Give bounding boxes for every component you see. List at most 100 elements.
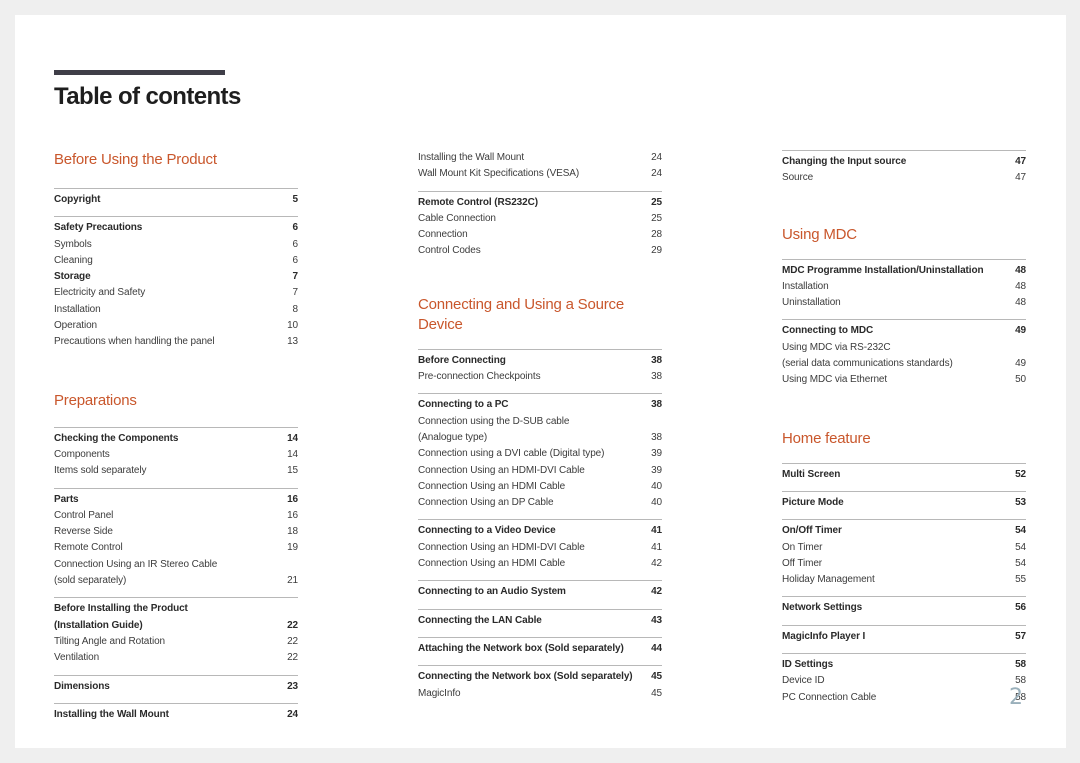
section-heading-before-using-the-product[interactable]: Before Using the Product bbox=[54, 150, 298, 170]
toc-entry-heading[interactable]: Dimensions 23 bbox=[54, 679, 298, 695]
toc-entry[interactable]: Control Panel 16 bbox=[54, 508, 298, 524]
toc-entry-label: On/Off Timer bbox=[782, 525, 842, 537]
toc-entry[interactable]: Installation 48 bbox=[782, 279, 1026, 295]
toc-entry-label: Parts bbox=[54, 493, 79, 505]
toc-entry[interactable]: Tilting Angle and Rotation 22 bbox=[54, 634, 298, 650]
toc-entry[interactable]: (serial data communications standards) 49 bbox=[782, 356, 1026, 372]
toc-entry[interactable]: Operation 10 bbox=[54, 318, 298, 334]
toc-entry-heading[interactable]: Network Settings 56 bbox=[782, 600, 1026, 616]
toc-group: Copyright 5 bbox=[54, 188, 298, 208]
toc-entry-page-number: 19 bbox=[287, 542, 298, 554]
toc-entry[interactable]: Ventilation 22 bbox=[54, 650, 298, 666]
toc-entry-heading[interactable]: Storage 7 bbox=[54, 269, 298, 285]
toc-entry-heading[interactable]: Copyright 5 bbox=[54, 192, 298, 208]
toc-entry-page-number: 8 bbox=[292, 303, 299, 315]
toc-entry-heading[interactable]: Remote Control (RS232C) 25 bbox=[418, 195, 662, 211]
toc-entry-label: Connection using a DVI cable (Digital ty… bbox=[418, 448, 605, 460]
page-title: Table of contents bbox=[54, 83, 241, 110]
toc-entry[interactable]: Using MDC via RS-232C bbox=[782, 340, 1026, 356]
section-heading-preparations[interactable]: Preparations bbox=[54, 391, 298, 411]
toc-entry-label: Installation bbox=[782, 280, 829, 292]
toc-entry[interactable]: Connection Using an HDMI Cable 40 bbox=[418, 479, 662, 495]
toc-entry-label: Before Connecting bbox=[418, 354, 506, 366]
toc-entry-heading[interactable]: Before Connecting 38 bbox=[418, 353, 662, 369]
toc-entry-heading[interactable]: Changing the Input source 47 bbox=[782, 154, 1026, 170]
toc-entry[interactable]: Reverse Side 18 bbox=[54, 524, 298, 540]
toc-entry[interactable]: Precautions when handling the panel 13 bbox=[54, 334, 298, 350]
toc-entry[interactable]: Device ID 58 bbox=[782, 673, 1026, 689]
toc-entry[interactable]: Remote Control 19 bbox=[54, 540, 298, 556]
toc-entry[interactable]: PC Connection Cable 58 bbox=[782, 690, 1026, 706]
toc-entry[interactable]: Connection 28 bbox=[418, 227, 662, 243]
toc-entry-heading[interactable]: On/Off Timer 54 bbox=[782, 523, 1026, 539]
toc-entry-label: On Timer bbox=[782, 541, 823, 553]
toc-entry-heading[interactable]: Connecting the Network box (Sold separat… bbox=[418, 669, 662, 685]
toc-entry[interactable]: Holiday Management 55 bbox=[782, 572, 1026, 588]
toc-entry[interactable]: Installation 8 bbox=[54, 302, 298, 318]
toc-entry-label: Using MDC via Ethernet bbox=[782, 374, 888, 386]
toc-entry[interactable]: Connection Using an DP Cable 40 bbox=[418, 495, 662, 511]
toc-entry-heading[interactable]: Parts 16 bbox=[54, 492, 298, 508]
toc-entry[interactable]: Electricity and Safety 7 bbox=[54, 285, 298, 301]
toc-entry[interactable]: Connection using a DVI cable (Digital ty… bbox=[418, 446, 662, 462]
toc-group: ID Settings 58 Device ID 58 PC Connection Ca… bbox=[782, 653, 1026, 706]
toc-entry-heading[interactable]: Connecting to a PC 38 bbox=[418, 397, 662, 413]
toc-entry-heading[interactable]: Picture Mode 53 bbox=[782, 495, 1026, 511]
toc-entry-label: Installing the Wall Mount bbox=[418, 152, 525, 163]
toc-entry[interactable]: Source 47 bbox=[782, 170, 1026, 186]
toc-entry-heading[interactable]: Installing the Wall Mount 24 bbox=[54, 707, 298, 723]
toc-entry[interactable]: Off Timer 54 bbox=[782, 556, 1026, 572]
toc-entry-label: Items sold separately bbox=[54, 465, 147, 477]
toc-entry[interactable]: Cleaning 6 bbox=[54, 253, 298, 269]
toc-entry-heading[interactable]: Connecting to an Audio System 42 bbox=[418, 584, 662, 600]
toc-entry-heading[interactable]: ID Settings 58 bbox=[782, 657, 1026, 673]
toc-entry-heading[interactable]: MagicInfo Player I 57 bbox=[782, 629, 1026, 645]
toc-entry[interactable]: Components 14 bbox=[54, 447, 298, 463]
toc-entry-heading[interactable]: Before Installing the Product bbox=[54, 601, 298, 617]
toc-entry[interactable]: MagicInfo 45 bbox=[418, 686, 662, 702]
toc-entry[interactable]: Connection Using an IR Stereo Cable bbox=[54, 557, 298, 573]
toc-entry[interactable]: Connection Using an HDMI-DVI Cable 41 bbox=[418, 540, 662, 556]
toc-group: Multi Screen 52 bbox=[782, 462, 1026, 483]
toc-group: Installing the Wall Mount 24 bbox=[54, 702, 298, 723]
toc-entry[interactable]: Wall Mount Kit Specifications (VESA) 24 bbox=[418, 166, 662, 182]
toc-entry-label: Cleaning bbox=[54, 254, 93, 266]
toc-entry[interactable]: Control Codes 29 bbox=[418, 243, 662, 259]
toc-entry[interactable]: Connection using the D-SUB cable bbox=[418, 414, 662, 430]
toc-entry[interactable]: Cable Connection 25 bbox=[418, 211, 662, 227]
toc-entry-page-number: 6 bbox=[292, 254, 299, 266]
toc-entry[interactable]: Symbols 6 bbox=[54, 237, 298, 253]
toc-entry[interactable]: (sold separately) 21 bbox=[54, 573, 298, 589]
toc-entry-heading[interactable]: MDC Programme Installation/Uninstallatio… bbox=[782, 263, 1026, 279]
toc-entry-heading[interactable]: (Installation Guide) 22 bbox=[54, 618, 298, 634]
toc-entry-heading[interactable]: Multi Screen 52 bbox=[782, 467, 1026, 483]
toc-entry-heading[interactable]: Connecting to a Video Device 41 bbox=[418, 523, 662, 539]
toc-entry-heading[interactable]: Connecting to MDC 49 bbox=[782, 323, 1026, 339]
toc-entry-label: Components bbox=[54, 448, 110, 460]
toc-group: Connecting to a Video Device 41 Connection… bbox=[418, 519, 662, 572]
toc-entry[interactable]: Using MDC via Ethernet 50 bbox=[782, 372, 1026, 388]
toc-entry-heading[interactable]: Attaching the Network box (Sold separate… bbox=[418, 641, 662, 657]
toc-entry-heading[interactable]: Safety Precautions 6 bbox=[54, 220, 298, 236]
section-heading-home-feature[interactable]: Home feature bbox=[782, 429, 1026, 449]
toc-entry-label: Connection Using an HDMI-DVI Cable bbox=[418, 464, 585, 476]
toc-group: Network Settings 56 bbox=[782, 596, 1026, 616]
toc-entry[interactable]: Items sold separately 15 bbox=[54, 463, 298, 479]
toc-entry-page-number: 6 bbox=[292, 222, 299, 234]
toc-entry[interactable]: Uninstallation 48 bbox=[782, 295, 1026, 311]
toc-entry[interactable]: Pre-connection Checkpoints 38 bbox=[418, 369, 662, 385]
toc-entry[interactable]: On Timer 54 bbox=[782, 540, 1026, 556]
toc-group: MagicInfo Player I 57 bbox=[782, 624, 1026, 645]
section-heading-connecting-and-using-a-source-device[interactable]: Connecting and Using a Source Device bbox=[418, 295, 662, 335]
toc-entry[interactable]: Connection Using an HDMI-DVI Cable 39 bbox=[418, 463, 662, 479]
section-heading-using-mdc[interactable]: Using MDC bbox=[782, 225, 1026, 245]
toc-entry[interactable]: Installing the Wall Mount 24 bbox=[418, 150, 662, 166]
toc-group: On/Off Timer 54 On Timer 54 Off Timer 54 Holid… bbox=[782, 519, 1026, 588]
toc-entry-heading[interactable]: Connecting the LAN Cable 43 bbox=[418, 613, 662, 629]
toc-section: Home feature Multi Screen 52 Picture Mode 53… bbox=[782, 429, 1026, 706]
toc-entry-label: (serial data communications standards) bbox=[782, 358, 953, 370]
toc-entry[interactable]: (Analogue type) 38 bbox=[418, 430, 662, 446]
toc-entry-page-number: 54 bbox=[1015, 541, 1026, 553]
toc-entry-heading[interactable]: Checking the Components 14 bbox=[54, 431, 298, 447]
toc-entry[interactable]: Connection Using an HDMI Cable 42 bbox=[418, 556, 662, 572]
